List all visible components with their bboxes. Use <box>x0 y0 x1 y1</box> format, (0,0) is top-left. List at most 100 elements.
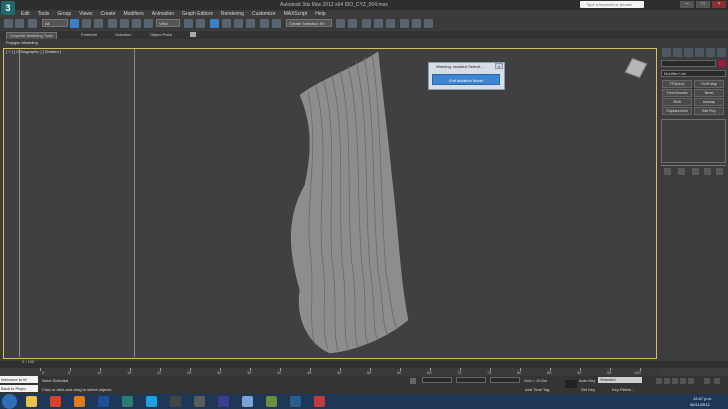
rectangle-selection-icon[interactable] <box>94 19 103 28</box>
pin-stack-icon[interactable] <box>664 168 671 175</box>
set-key-button[interactable]: Set Key <box>581 387 595 392</box>
show-end-result-icon[interactable] <box>678 168 685 175</box>
modifier-button-edit-poly[interactable]: Edit Poly <box>694 107 724 115</box>
angle-snap-icon[interactable] <box>222 19 231 28</box>
app-icon[interactable] <box>314 396 325 407</box>
spinner-snap-icon[interactable] <box>246 19 255 28</box>
select-manipulate-icon[interactable] <box>196 19 205 28</box>
selection-filter-dropdown[interactable]: All <box>42 19 68 27</box>
menu-maxscript[interactable]: MAXScript <box>280 10 312 18</box>
explorer-icon[interactable] <box>26 396 37 407</box>
previous-frame-icon[interactable] <box>664 378 670 384</box>
key-selection-dropdown[interactable]: Selected <box>598 377 642 383</box>
z-coordinate-field[interactable] <box>490 377 520 383</box>
window-crossing-icon[interactable] <box>108 19 117 28</box>
rendered-frame-icon[interactable] <box>412 19 421 28</box>
app-logo-icon[interactable]: 3 <box>1 1 15 15</box>
tab-object-paint[interactable]: Object Paint <box>147 32 175 38</box>
go-to-end-icon[interactable] <box>688 378 694 384</box>
make-unique-icon[interactable] <box>692 168 699 175</box>
render-production-icon[interactable] <box>424 19 433 28</box>
object-name-field[interactable] <box>661 60 716 67</box>
select-object-icon[interactable] <box>70 19 79 28</box>
menu-rendering[interactable]: Rendering <box>217 10 248 18</box>
maxscript-listener-input[interactable]: Welcome to M <box>0 376 38 383</box>
move-icon[interactable] <box>120 19 129 28</box>
remove-modifier-icon[interactable] <box>704 168 711 175</box>
menu-views[interactable]: Views <box>75 10 96 18</box>
modifier-button-unwrap[interactable]: Unwrap <box>694 98 724 106</box>
redo-icon[interactable] <box>15 19 24 28</box>
rotate-icon[interactable] <box>132 19 141 28</box>
modifier-list-dropdown[interactable]: Modifier List <box>661 70 726 77</box>
layer-manager-icon[interactable] <box>336 19 345 28</box>
key-filters-button[interactable]: Key Filters... <box>612 387 634 392</box>
dialog-close-button[interactable]: x <box>495 63 503 69</box>
maximize-button[interactable]: □ <box>696 1 710 8</box>
configure-modifier-sets-icon[interactable] <box>716 168 723 175</box>
graphite-toggle-icon[interactable] <box>348 19 357 28</box>
app-icon[interactable] <box>266 396 277 407</box>
menu-animation[interactable]: Animation <box>148 10 178 18</box>
snaps-toggle-icon[interactable] <box>210 19 219 28</box>
utilities-tab-icon[interactable] <box>717 48 726 57</box>
select-link-icon[interactable] <box>28 19 37 28</box>
menu-help[interactable]: Help <box>311 10 329 18</box>
play-icon[interactable] <box>672 378 678 384</box>
menu-graph-editors[interactable]: Graph Editors <box>178 10 217 18</box>
minimize-button[interactable]: – <box>680 1 694 8</box>
menu-group[interactable]: Group <box>53 10 75 18</box>
modifier-button-shell[interactable]: Shell <box>662 98 692 106</box>
viewport-label[interactable]: [ + ] [ Orthographic ] [ Shaded ] <box>6 49 61 54</box>
percent-snap-icon[interactable] <box>234 19 243 28</box>
tab-freeform[interactable]: Freeform <box>78 32 100 38</box>
object-color-swatch[interactable] <box>718 60 726 67</box>
exit-isolation-mode-button[interactable]: Exit Isolation Mode <box>432 74 500 85</box>
schematic-view-icon[interactable] <box>374 19 383 28</box>
menu-modifiers[interactable]: Modifiers <box>119 10 147 18</box>
modifier-button-turbosmooth[interactable]: TurboSmooth <box>662 89 692 97</box>
modifier-button-bevel[interactable]: Bevel <box>694 89 724 97</box>
create-tab-icon[interactable] <box>662 48 671 57</box>
go-to-start-icon[interactable] <box>656 378 662 384</box>
next-frame-icon[interactable] <box>680 378 686 384</box>
add-time-tag-button[interactable]: Add Time Tag <box>525 387 549 392</box>
display-tab-icon[interactable] <box>706 48 715 57</box>
set-key-mode-icon[interactable] <box>565 380 577 388</box>
menu-tools[interactable]: Tools <box>34 10 54 18</box>
ribbon-panel-title[interactable]: Polygon Modeling <box>6 40 38 45</box>
curve-editor-icon[interactable] <box>362 19 371 28</box>
ribbon-toggle-icon[interactable] <box>190 32 196 37</box>
chrome-icon[interactable] <box>50 396 61 407</box>
paint-icon[interactable] <box>242 396 253 407</box>
modifier-button-uvw-map[interactable]: UVW Map <box>694 80 724 88</box>
maxscript-output[interactable]: Back to Phyto <box>0 385 38 392</box>
render-setup-icon[interactable] <box>400 19 409 28</box>
time-slider[interactable] <box>0 361 728 368</box>
media-player-icon[interactable] <box>170 396 181 407</box>
motion-tab-icon[interactable] <box>695 48 704 57</box>
modify-tab-icon[interactable] <box>673 48 682 57</box>
3ds-max-icon[interactable] <box>122 396 133 407</box>
reference-coordinate-dropdown[interactable]: View <box>156 19 180 27</box>
firefox-icon[interactable] <box>74 396 85 407</box>
clock-date[interactable]: 06/11/2012 <box>690 402 710 407</box>
tab-selection[interactable]: Selection <box>112 32 134 38</box>
auto-key-button[interactable]: Auto Key <box>579 378 595 383</box>
material-editor-icon[interactable] <box>386 19 395 28</box>
modifier-button-displacement[interactable]: Displacement <box>662 107 692 115</box>
menu-edit[interactable]: Edit <box>17 10 34 18</box>
select-by-name-icon[interactable] <box>82 19 91 28</box>
app-icon[interactable] <box>290 396 301 407</box>
pivot-center-icon[interactable] <box>184 19 193 28</box>
start-button[interactable] <box>2 394 17 409</box>
draped-fabric-model[interactable] <box>280 50 410 356</box>
zoom-icon[interactable] <box>704 378 710 384</box>
modifier-button-ffd-box[interactable]: FFD(box) <box>662 80 692 88</box>
menu-customize[interactable]: Customize <box>248 10 280 18</box>
edit-named-selection-icon[interactable] <box>260 19 269 28</box>
orbit-icon[interactable] <box>714 378 720 384</box>
y-coordinate-field[interactable] <box>456 377 486 383</box>
menu-create[interactable]: Create <box>96 10 119 18</box>
mirror-icon[interactable] <box>272 19 281 28</box>
